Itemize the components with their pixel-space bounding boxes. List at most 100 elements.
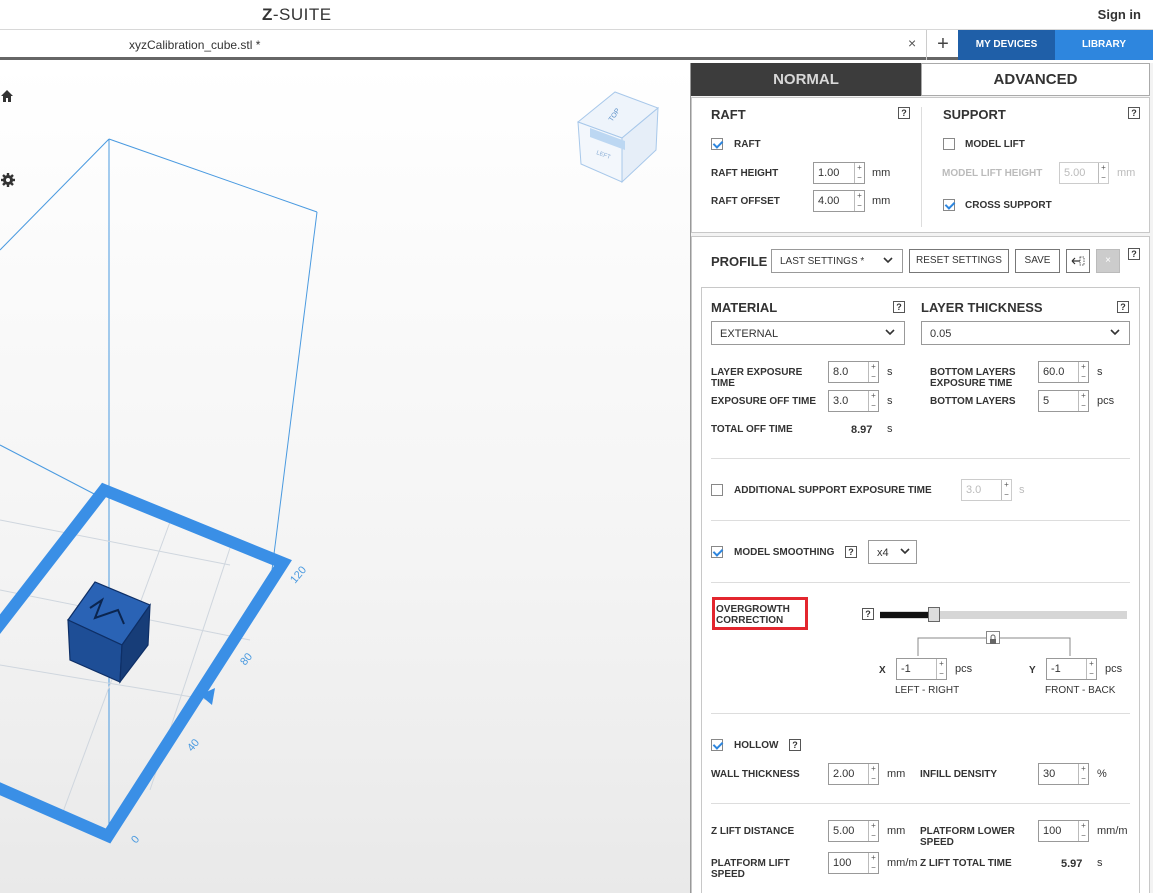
overgrowth-y-axis: Y bbox=[1029, 665, 1036, 676]
overgrowth-help-icon[interactable]: ? bbox=[862, 608, 874, 620]
support-help-icon[interactable]: ? bbox=[1128, 107, 1140, 119]
app-logo: Z-SUITE bbox=[262, 5, 332, 24]
library-button[interactable]: LIBRARY bbox=[1055, 30, 1153, 60]
model-smoothing-checkbox[interactable] bbox=[711, 546, 723, 558]
infill-density-label: INFILL DENSITY bbox=[920, 769, 998, 780]
mode-tabs: NORMAL ADVANCED bbox=[691, 63, 1153, 96]
platform-lower-speed-input[interactable]: 100 + − bbox=[1038, 820, 1089, 842]
model-lift-checkbox[interactable] bbox=[943, 138, 955, 150]
stepper-icon: + − bbox=[868, 391, 878, 411]
close-tab-icon[interactable]: × bbox=[908, 35, 916, 51]
model-smoothing-help-icon[interactable]: ? bbox=[845, 546, 857, 558]
total-off-label: TOTAL OFF TIME bbox=[711, 424, 793, 435]
gear-icon[interactable] bbox=[0, 172, 16, 188]
scene-drawing: 0 40 80 120 TOP LEFT bbox=[0, 91, 659, 846]
file-tab[interactable]: xyzCalibration_cube.stl * × bbox=[0, 30, 927, 60]
reset-settings-button[interactable]: RESET SETTINGS bbox=[909, 249, 1009, 273]
z-lift-distance-label: Z LIFT DISTANCE bbox=[711, 826, 795, 837]
raft-checkbox-label: RAFT bbox=[734, 139, 761, 150]
total-off-value: 8.97 bbox=[851, 424, 873, 436]
divider bbox=[711, 520, 1130, 521]
raft-support-divider bbox=[921, 107, 922, 227]
hollow-checkbox[interactable] bbox=[711, 739, 723, 751]
overgrowth-slider-thumb[interactable] bbox=[928, 607, 940, 622]
view-navigation-cube[interactable]: TOP LEFT bbox=[576, 91, 659, 184]
model-smoothing-label: MODEL SMOOTHING bbox=[734, 547, 835, 558]
overgrowth-x-unit: pcs bbox=[955, 663, 973, 675]
layer-thickness-help-icon[interactable]: ? bbox=[1117, 301, 1129, 313]
divider bbox=[711, 713, 1130, 714]
wall-thickness-unit: mm bbox=[887, 768, 906, 780]
material-select[interactable]: EXTERNAL bbox=[711, 321, 905, 345]
cross-support-checkbox[interactable] bbox=[943, 199, 955, 211]
total-off-unit: s bbox=[887, 423, 893, 435]
layer-thickness-select[interactable]: 0.05 bbox=[921, 321, 1130, 345]
profile-select[interactable]: LAST SETTINGS * bbox=[771, 249, 903, 273]
axis-label-80: 80 bbox=[238, 651, 255, 668]
home-icon[interactable] bbox=[0, 89, 14, 103]
sign-in-link[interactable]: Sign in bbox=[1098, 7, 1141, 22]
z-lift-distance-unit: mm bbox=[887, 825, 906, 837]
bottom-layers-input[interactable]: 5 + − bbox=[1038, 390, 1089, 412]
chevron-down-icon bbox=[1110, 329, 1120, 336]
platform-lower-speed-label: PLATFORM LOWER SPEED bbox=[920, 826, 1015, 848]
raft-height-input[interactable]: 1.00 + − bbox=[813, 162, 865, 184]
model-lift-height-input[interactable]: 5.00 + − bbox=[1059, 162, 1109, 184]
wall-thickness-label: WALL THICKNESS bbox=[711, 769, 800, 780]
material-help-icon[interactable]: ? bbox=[893, 301, 905, 313]
raft-offset-input[interactable]: 4.00 + − bbox=[813, 190, 865, 212]
bottom-layers-label: BOTTOM LAYERS bbox=[930, 396, 1016, 407]
raft-help-icon[interactable]: ? bbox=[898, 107, 910, 119]
stepper-icon: + − bbox=[1098, 163, 1108, 183]
profile-label: PROFILE bbox=[711, 254, 768, 269]
export-profile-button[interactable] bbox=[1066, 249, 1090, 273]
overgrowth-slider-fill bbox=[880, 612, 934, 618]
z-lift-total-time-label: Z LIFT TOTAL TIME bbox=[920, 858, 1012, 869]
layer-exposure-input[interactable]: 8.0 + − bbox=[828, 361, 879, 383]
raft-checkbox[interactable] bbox=[711, 138, 723, 150]
tab-advanced[interactable]: ADVANCED bbox=[921, 63, 1150, 96]
add-tab-button[interactable]: + bbox=[928, 30, 958, 60]
stepper-icon: + − bbox=[1078, 391, 1088, 411]
layer-exposure-label: LAYER EXPOSURE TIME bbox=[711, 367, 803, 389]
delete-profile-button[interactable]: × bbox=[1096, 249, 1120, 273]
calibration-cube-model[interactable] bbox=[67, 581, 151, 684]
lock-icon[interactable] bbox=[986, 631, 1000, 644]
divider bbox=[711, 803, 1130, 804]
material-title: MATERIAL bbox=[711, 300, 778, 315]
build-volume bbox=[0, 138, 318, 830]
raft-offset-label: RAFT OFFSET bbox=[711, 196, 780, 207]
bottom-exposure-label: BOTTOM LAYERS EXPOSURE TIME bbox=[930, 367, 1016, 389]
additional-support-checkbox[interactable] bbox=[711, 484, 723, 496]
axis-label-120: 120 bbox=[288, 564, 309, 586]
tab-row: xyzCalibration_cube.stl * × + MY DEVICES… bbox=[0, 30, 1153, 60]
overgrowth-y-caption: FRONT - BACK bbox=[1045, 685, 1116, 696]
additional-support-input[interactable]: 3.0 + − bbox=[961, 479, 1012, 501]
chevron-down-icon bbox=[885, 329, 895, 336]
layer-thickness-title: LAYER THICKNESS bbox=[921, 300, 1043, 315]
axis-label-0: 0 bbox=[129, 834, 142, 846]
my-devices-button[interactable]: MY DEVICES bbox=[958, 30, 1055, 60]
infill-density-input[interactable]: 30 + − bbox=[1038, 763, 1089, 785]
support-title: SUPPORT bbox=[943, 107, 1006, 122]
hollow-label: HOLLOW bbox=[734, 740, 779, 751]
platform-lift-speed-input[interactable]: 100 + − bbox=[828, 852, 879, 874]
overgrowth-x-input[interactable]: -1 + − bbox=[896, 658, 947, 680]
divider bbox=[711, 458, 1130, 459]
tab-normal[interactable]: NORMAL bbox=[691, 63, 921, 96]
bottom-layers-unit: pcs bbox=[1097, 395, 1115, 407]
infill-density-unit: % bbox=[1097, 768, 1107, 780]
exposure-off-input[interactable]: 3.0 + − bbox=[828, 390, 879, 412]
smoothing-level-select[interactable]: x4 bbox=[868, 540, 917, 564]
save-button[interactable]: SAVE bbox=[1015, 249, 1060, 273]
bottom-exposure-input[interactable]: 60.0 + − bbox=[1038, 361, 1089, 383]
overgrowth-label: OVERGROWTH CORRECTION bbox=[716, 604, 790, 626]
exposure-off-unit: s bbox=[887, 395, 893, 407]
platform-lift-speed-label: PLATFORM LIFT SPEED bbox=[711, 858, 790, 880]
profile-help-icon[interactable]: ? bbox=[1128, 248, 1140, 260]
3d-viewport[interactable]: 0 40 80 120 TOP LEFT bbox=[0, 63, 690, 893]
z-lift-distance-input[interactable]: 5.00 + − bbox=[828, 820, 879, 842]
wall-thickness-input[interactable]: 2.00 + − bbox=[828, 763, 879, 785]
overgrowth-y-input[interactable]: -1 + − bbox=[1046, 658, 1097, 680]
hollow-help-icon[interactable]: ? bbox=[789, 739, 801, 751]
